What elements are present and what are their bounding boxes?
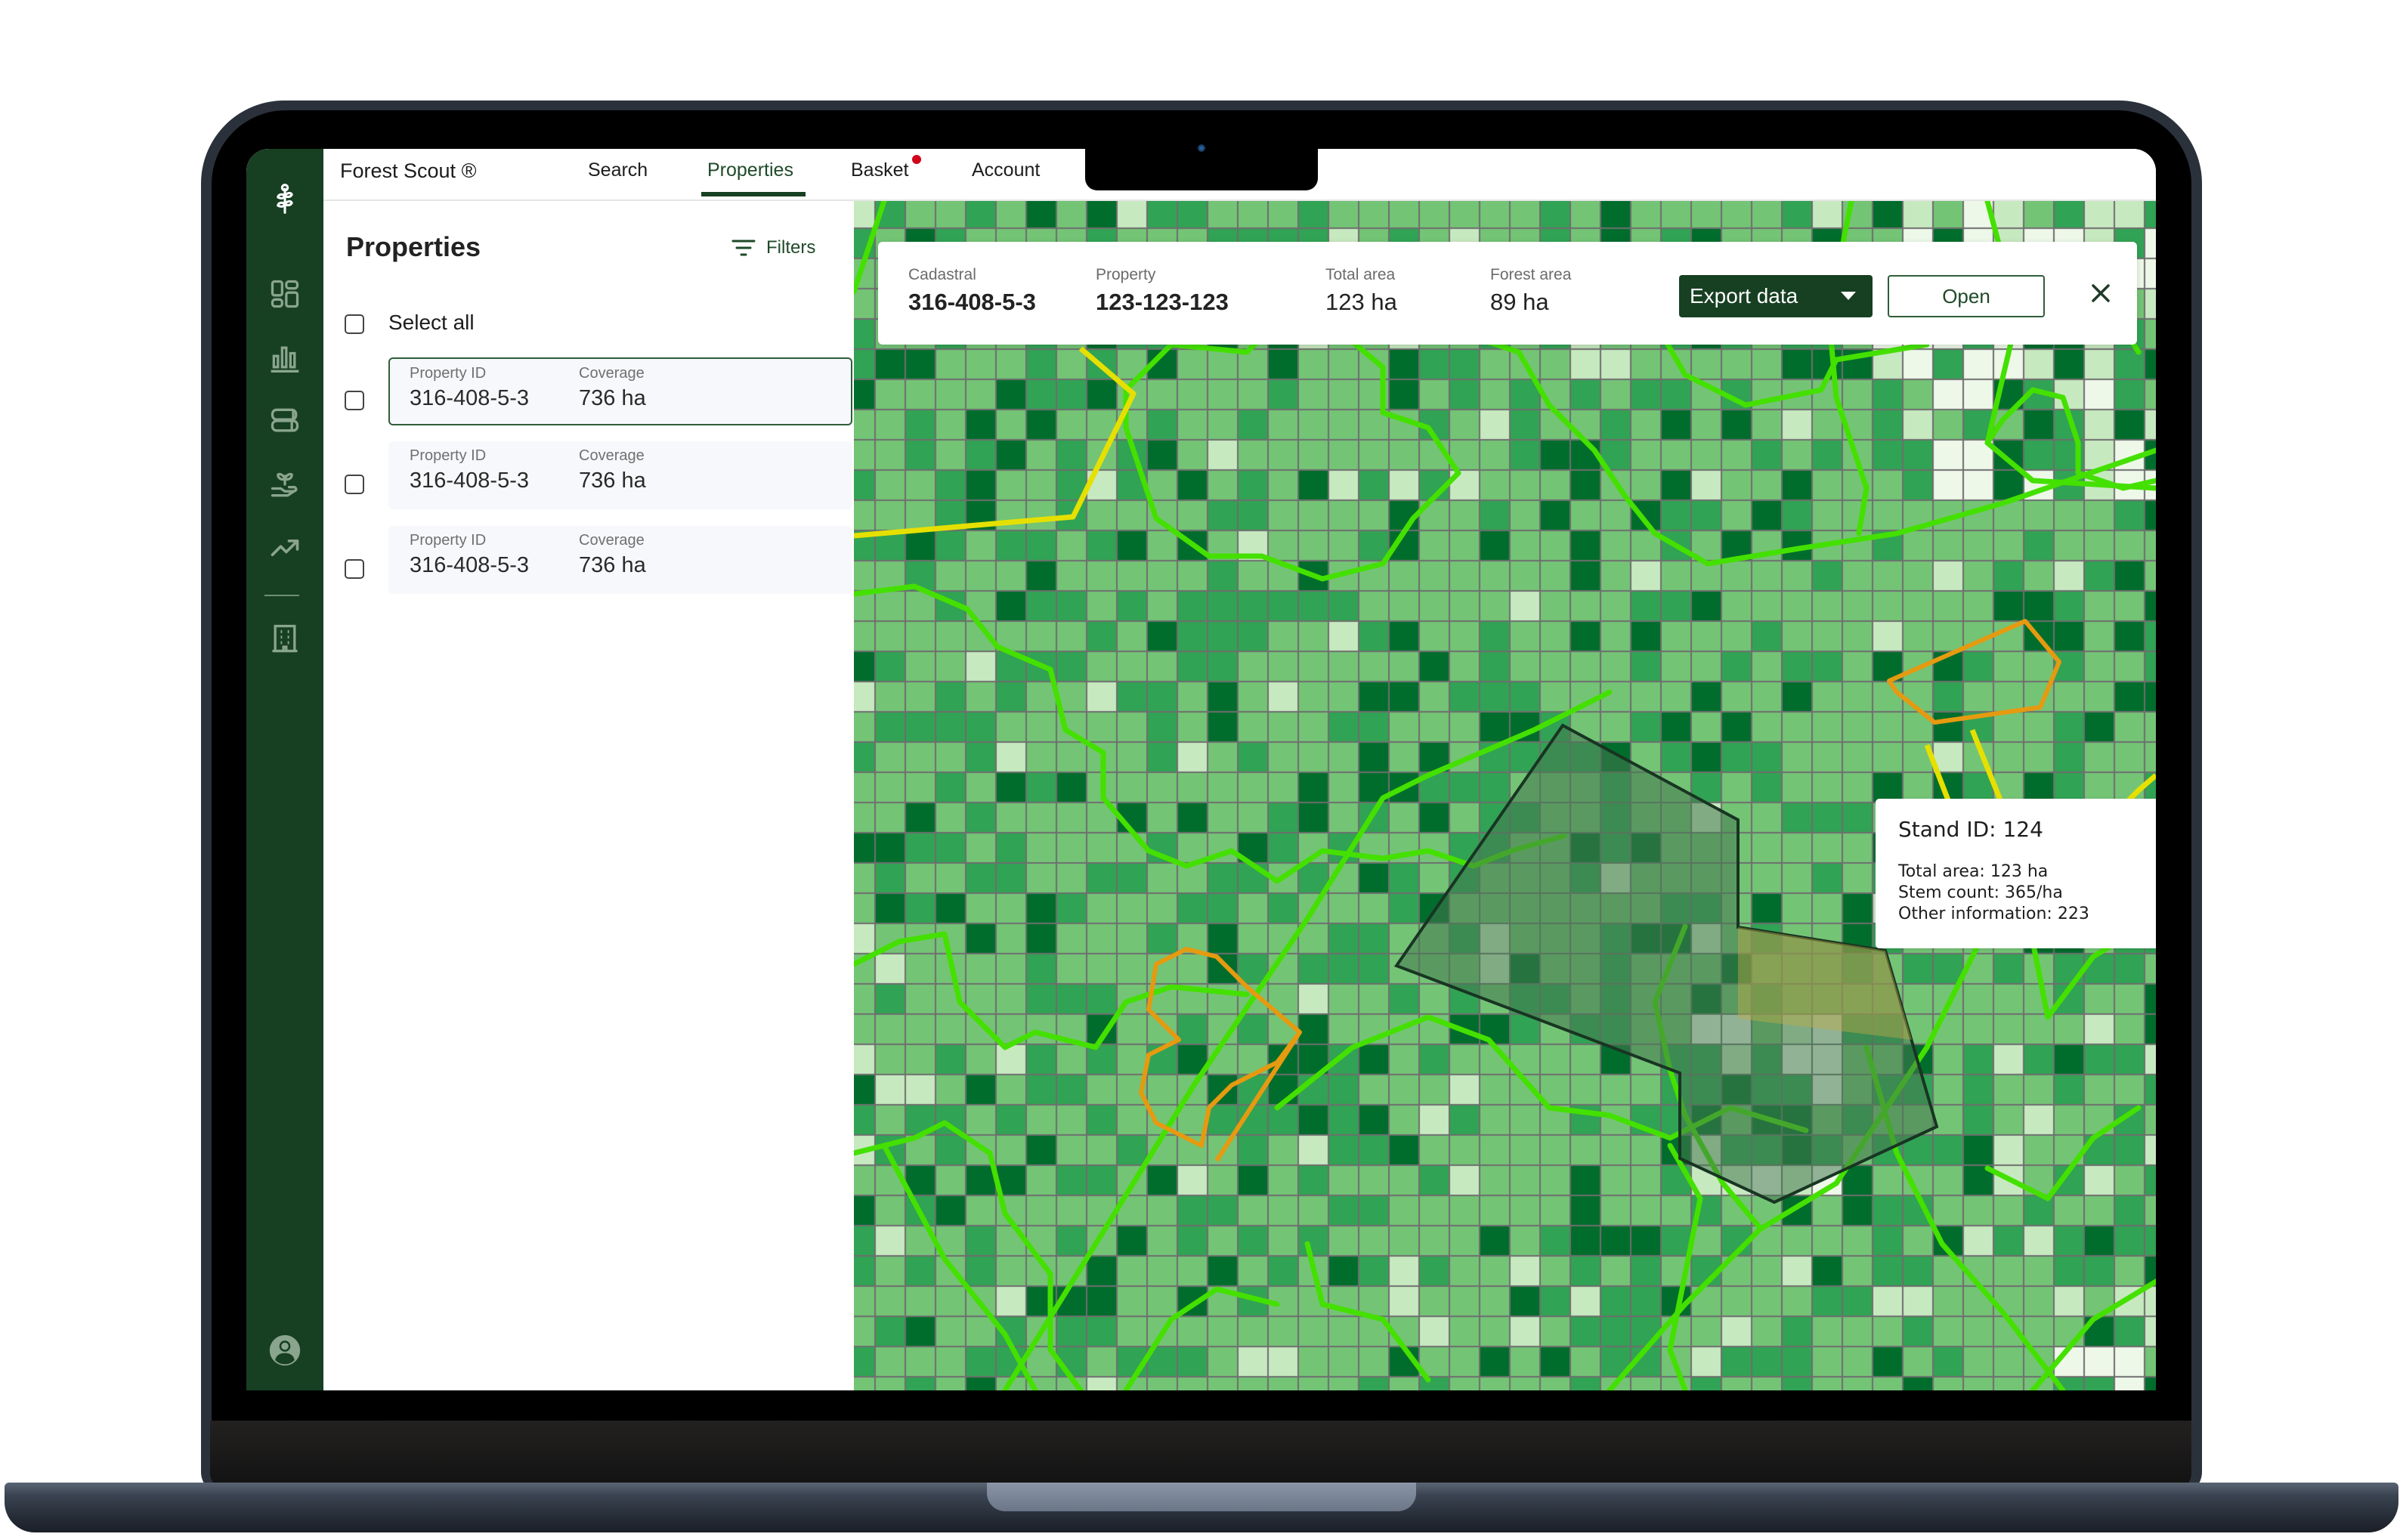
property-id-value: 316-408-5-3 <box>410 553 529 577</box>
property-boundary <box>854 346 1137 539</box>
coverage-label: Coverage <box>579 447 645 464</box>
stand-boundary <box>1123 319 1461 582</box>
property-checkbox[interactable] <box>345 559 364 579</box>
laptop-chin <box>210 1421 2191 1489</box>
camera-notch <box>1085 149 1318 190</box>
property-info-bar: Cadastral 316-408-5-3 Property 123-123-1… <box>878 242 2137 345</box>
close-icon[interactable] <box>2086 278 2116 308</box>
forest-area-label: Forest area <box>1490 266 1572 283</box>
tab-basket[interactable]: Basket <box>851 159 908 181</box>
sidebar <box>246 149 323 1390</box>
stand-boundary <box>1395 326 2156 567</box>
property-card[interactable]: Property ID 316-408-5-3 Coverage 736 ha <box>388 526 852 594</box>
camera-icon <box>1198 144 1205 152</box>
coverage-label: Coverage <box>579 365 645 382</box>
app-title: Forest Scout ® <box>340 159 477 182</box>
user-account-icon[interactable] <box>265 1331 305 1370</box>
property-card[interactable]: Property ID 316-408-5-3 Coverage 736 ha <box>388 357 852 425</box>
open-button[interactable]: Open <box>1888 275 2045 317</box>
coverage-label: Coverage <box>579 532 645 549</box>
property-id-label: Property ID <box>410 447 487 464</box>
stand-boundary <box>854 1120 1084 1390</box>
stand-total-area: Total area: 123 ha <box>1898 862 2049 881</box>
bar-chart-icon[interactable] <box>265 338 305 377</box>
select-all-label: Select all <box>388 311 475 334</box>
coverage-value: 736 ha <box>579 386 646 410</box>
filters-label: Filters <box>766 237 816 258</box>
sidebar-divider <box>264 595 299 596</box>
export-data-button[interactable]: Export data <box>1679 275 1873 317</box>
stand-boundary <box>1984 1105 2142 1201</box>
stand-tooltip: Stand ID: 124 Total area: 123 ha Stem co… <box>1876 799 2156 948</box>
seedling-hand-icon[interactable] <box>265 465 305 504</box>
trending-up-icon[interactable] <box>265 528 305 567</box>
stand-boundary <box>1123 1286 1280 1390</box>
stand-boundary <box>1304 1241 1431 1383</box>
properties-panel: Properties Filters Select all Property I… <box>323 201 854 1390</box>
caret-down-icon <box>1841 292 1856 300</box>
dashboard-icon[interactable] <box>265 274 305 314</box>
property-label: Property <box>1096 266 1156 283</box>
basket-notification-badge <box>912 155 921 164</box>
filters-button[interactable]: Filters <box>731 237 815 258</box>
property-id-value: 316-408-5-3 <box>410 468 529 493</box>
property-id-label: Property ID <box>410 365 487 382</box>
export-data-label: Export data <box>1690 284 1798 308</box>
total-area-label: Total area <box>1325 266 1396 283</box>
property-value: 123-123-123 <box>1096 289 1229 315</box>
stand-boundary <box>1984 387 2156 491</box>
stand-boundary <box>881 1143 1038 1390</box>
building-icon[interactable] <box>265 619 305 658</box>
panel-title: Properties <box>346 231 481 262</box>
property-card[interactable]: Property ID 316-408-5-3 Coverage 736 ha <box>388 441 852 509</box>
app-screen: Forest Scout ® Search Properties Basket … <box>246 149 2156 1390</box>
forest-map[interactable]: Cadastral 316-408-5-3 Property 123-123-1… <box>854 201 2156 1390</box>
selected-stand-boundary <box>1887 619 2061 725</box>
coverage-value: 736 ha <box>579 553 646 577</box>
select-all-checkbox[interactable] <box>345 314 364 334</box>
property-checkbox[interactable] <box>345 475 364 494</box>
forest-area-value: 89 ha <box>1490 289 1549 315</box>
stand-id: Stand ID: 124 <box>1898 817 2043 842</box>
property-checkbox[interactable] <box>345 391 364 410</box>
coverage-value: 736 ha <box>579 468 646 493</box>
total-area-value: 123 ha <box>1325 289 1397 315</box>
filter-icon <box>731 240 756 256</box>
map-boundaries <box>854 201 2156 1390</box>
property-id-label: Property ID <box>410 532 487 549</box>
active-tab-indicator <box>701 192 806 196</box>
stand-stem-count: Stem count: 365/ha <box>1898 883 2063 902</box>
timber-logs-icon[interactable] <box>265 401 305 441</box>
stand-boundary <box>854 583 1280 884</box>
cadastral-value: 316-408-5-3 <box>908 289 1036 315</box>
tab-properties[interactable]: Properties <box>707 159 793 181</box>
laptop-hinge-notch <box>987 1483 1416 1511</box>
stand-other-info: Other information: 223 <box>1898 905 2089 923</box>
plant-logo-icon[interactable] <box>265 179 305 218</box>
stand-boundary <box>1667 1143 1703 1390</box>
cadastral-label: Cadastral <box>908 266 976 283</box>
property-id-value: 316-408-5-3 <box>410 386 529 410</box>
tab-account[interactable]: Account <box>972 159 1040 181</box>
tab-search[interactable]: Search <box>588 159 648 181</box>
